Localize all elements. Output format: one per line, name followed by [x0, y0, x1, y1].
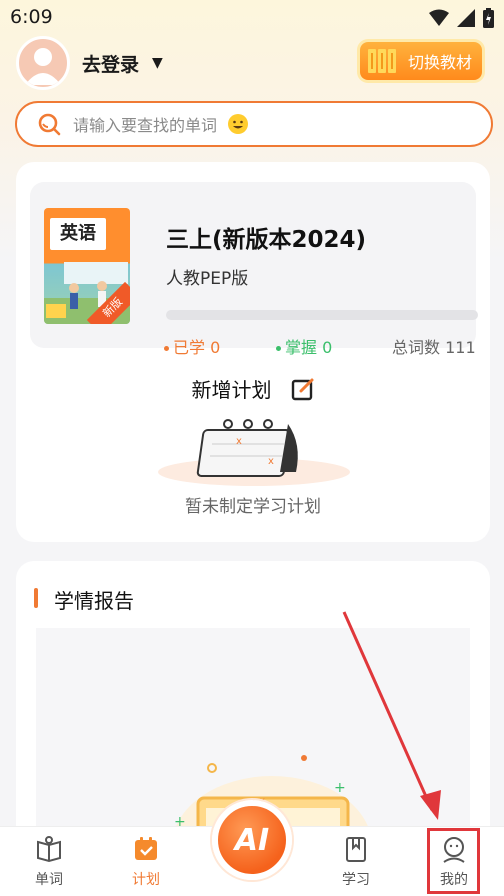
current-book-panel[interactable]: 英语 新版 三上(新版本2024) 人教PEP版 已学 0 掌握 0 总词数 1…: [30, 182, 478, 357]
add-plan-title: 新增计划: [191, 378, 272, 402]
avatar[interactable]: [16, 36, 70, 90]
highlight-box: [427, 828, 480, 894]
learned-stat: 已学 0: [164, 334, 220, 358]
user-icon: [25, 48, 61, 85]
nav-label-plan: 计划: [132, 872, 160, 888]
nav-item-study[interactable]: 学习: [326, 835, 386, 889]
search-icon: [38, 113, 61, 136]
learned-label: 已学: [173, 338, 206, 357]
svg-text:+: +: [334, 780, 346, 796]
add-plan-row[interactable]: 新增计划: [16, 374, 490, 403]
caret-down-icon[interactable]: ▼: [152, 55, 163, 71]
empty-plan-text: 暂未制定学习计划: [185, 497, 321, 517]
smile-emoji-icon: [228, 114, 249, 134]
svg-text:x: x: [236, 436, 242, 447]
book-open-icon: [37, 836, 61, 863]
switch-textbook-label: 切换教材: [408, 53, 473, 72]
status-time: 6:09: [10, 6, 53, 28]
nav-label-words: 单词: [35, 872, 63, 888]
nav-label-study: 学习: [342, 872, 370, 888]
nav-item-words[interactable]: 单词: [19, 835, 79, 889]
switch-textbook-button[interactable]: 切换教材: [360, 42, 482, 80]
edit-icon[interactable]: [291, 377, 315, 401]
ai-button[interactable]: AI: [212, 800, 292, 880]
total-words-stat: 总词数 111: [392, 334, 476, 358]
learning-progress-bar: [166, 310, 478, 320]
learned-dot-icon: [164, 346, 169, 351]
ai-label: AI: [234, 822, 270, 858]
nav-item-plan[interactable]: 计划: [116, 835, 176, 889]
calendar-check-icon: [135, 837, 157, 860]
signal-icon: [457, 9, 475, 27]
mastered-label: 掌握: [285, 338, 318, 357]
status-bar: 6:09: [0, 0, 504, 34]
status-icons: [429, 8, 494, 28]
book-cover: 英语 新版: [44, 208, 130, 324]
search-input[interactable]: 请输入要查找的单词: [15, 101, 493, 147]
textbook-card: 英语 新版 三上(新版本2024) 人教PEP版 已学 0 掌握 0 总词数 1…: [16, 162, 490, 542]
books-icon: [368, 49, 396, 73]
book-title: 三上(新版本2024): [166, 227, 367, 253]
report-title-accent: [34, 588, 38, 608]
empty-calendar-illustration: x x: [158, 419, 350, 486]
cover-title: 英语: [50, 218, 106, 250]
login-link[interactable]: 去登录: [82, 50, 139, 77]
bookmark-book-icon: [346, 837, 366, 862]
total-label: 总词数: [392, 338, 441, 357]
wifi-icon: [429, 9, 449, 26]
mastered-value: 0: [322, 338, 333, 357]
mastered-dot-icon: [276, 346, 281, 351]
report-title: 学情报告: [54, 589, 134, 613]
battery-icon: [483, 8, 494, 28]
learned-value: 0: [210, 338, 221, 357]
svg-text:x: x: [268, 456, 274, 467]
book-edition: 人教PEP版: [166, 269, 249, 289]
total-value: 111: [445, 338, 476, 357]
search-placeholder: 请输入要查找的单词: [73, 116, 218, 135]
mastered-stat: 掌握 0: [276, 334, 332, 358]
